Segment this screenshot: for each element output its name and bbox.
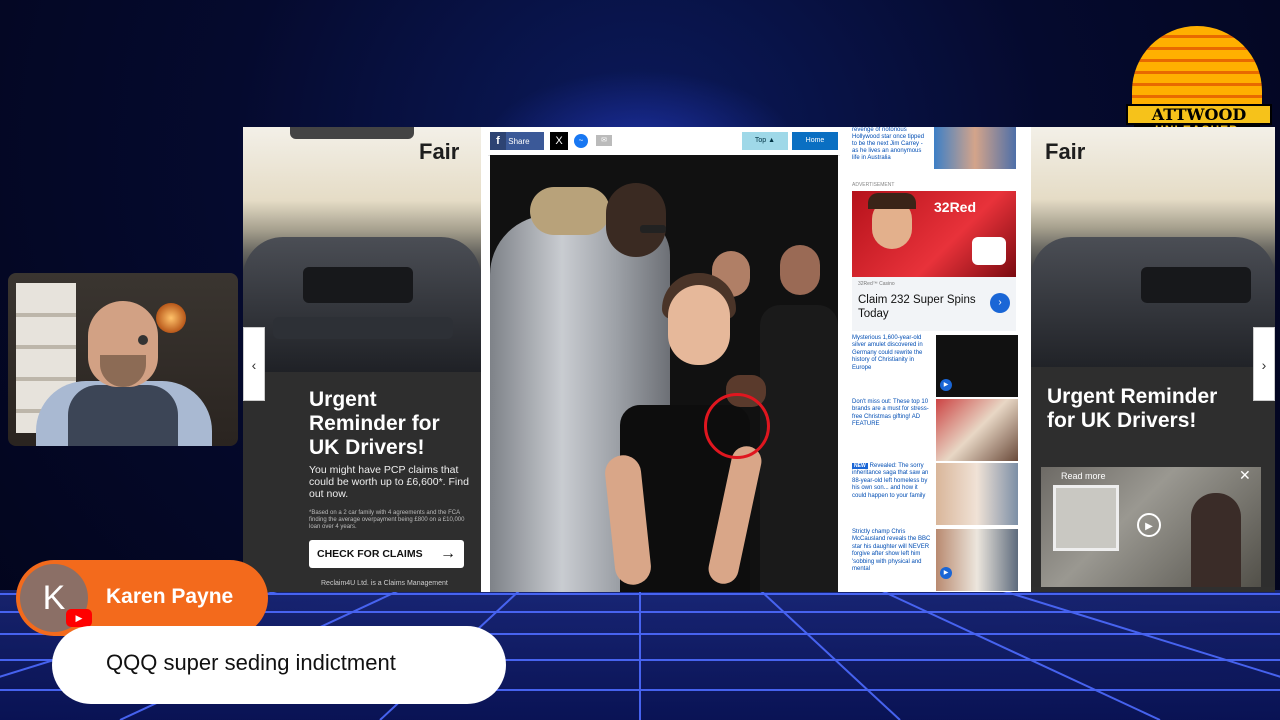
background-person-head (780, 245, 820, 295)
left-advertisement[interactable]: Fair Urgent Reminder for UK Drivers! You… (243, 127, 481, 592)
arrow-right-icon: → (440, 545, 456, 562)
video-player[interactable]: Read more ✕ ▶ (1041, 467, 1261, 587)
play-icon[interactable]: ▶ (1137, 513, 1161, 537)
logo-text-main: ATTWOOD (1126, 104, 1272, 125)
messenger-icon[interactable]: ~ (574, 134, 588, 148)
cta-label: CHECK FOR CLAIMS (317, 548, 423, 560)
background-person-body (760, 305, 838, 592)
rail-story-thumb (936, 399, 1018, 461)
new-badge: NEW (852, 463, 868, 469)
ad-headline: Urgent Reminder for UK Drivers! (1047, 385, 1218, 432)
host-vest (68, 385, 178, 446)
ad-brand-logo: Fair (1045, 139, 1086, 164)
car-dashboard (243, 237, 481, 372)
rail-story-text: Mysterious 1,600-year-old silver amulet … (852, 335, 923, 371)
rail-story-text: NEW Revealed: The sorry inheritance saga … (852, 463, 932, 500)
ad-body: You might have PCP claims that could be … (309, 464, 469, 500)
advertisement-label: ADVERTISEMENT (852, 182, 895, 188)
x-share-icon[interactable]: X (550, 132, 568, 150)
article-column: f Share X ~ ✉ Top ▲ Home (488, 127, 840, 592)
rail-story[interactable]: Mysterious 1,600-year-old silver amulet … (852, 335, 1018, 397)
casino-mascot-hat (868, 193, 916, 209)
ad-brand-logo: Fair (419, 139, 460, 164)
casino-source: 32Red™ Casino (858, 281, 895, 287)
top-button[interactable]: Top ▲ (742, 132, 788, 150)
headset-mic (138, 335, 148, 345)
fur-hood (530, 187, 610, 235)
host-webcam (8, 273, 238, 446)
glasses (640, 225, 666, 233)
close-icon[interactable]: ✕ (1239, 467, 1251, 484)
rail-top-story[interactable]: revenge of notorious Hollywood star once… (848, 127, 1018, 171)
rail-story-thumb (936, 463, 1018, 525)
casino-chip (972, 237, 1006, 265)
ad-fine-print: *Based on a 2 car family with 4 agreemen… (309, 510, 465, 530)
check-for-claims-button[interactable]: CHECK FOR CLAIMS → (309, 540, 464, 568)
carousel-prev-button[interactable]: ‹ (243, 327, 265, 401)
rail-story[interactable]: Strictly champ Chris McCausland reveals … (852, 529, 1018, 591)
read-more-link[interactable]: Read more (1061, 471, 1106, 481)
home-button[interactable]: Home (792, 132, 838, 150)
rail-story-text: Don't miss out: These top 10 brands are … (852, 399, 929, 428)
rail-top-story-text: revenge of notorious Hollywood star once… (852, 127, 925, 161)
video-person (1191, 493, 1241, 587)
commenter-name: Karen Payne (106, 585, 234, 608)
car-dashboard (1031, 237, 1275, 372)
woman-face (668, 285, 730, 365)
rail-story-text: Strictly champ Chris McCausland reveals … (852, 529, 931, 573)
rail-story[interactable]: Don't miss out: These top 10 brands are … (852, 399, 1018, 461)
facebook-icon: f (490, 132, 506, 150)
comment-text: QQQ super seding indictment (106, 650, 396, 675)
rearview-mirror (290, 127, 414, 139)
shared-browser-screen: Fair Urgent Reminder for UK Drivers! You… (243, 127, 1275, 592)
email-icon[interactable]: ✉ (596, 135, 612, 146)
article-photo[interactable] (490, 155, 838, 592)
share-bar: f Share X ~ ✉ Top ▲ Home (488, 127, 840, 156)
ad-footer: Reclaim4U Ltd. is a Claims Management (321, 580, 448, 587)
carousel-next-button[interactable]: › (1253, 327, 1275, 401)
casino-ad-info[interactable]: 32Red™ Casino Claim 232 Super Spins Toda… (852, 277, 1016, 331)
play-icon[interactable]: ▶ (940, 379, 952, 391)
top-label: Top (754, 137, 767, 144)
play-icon[interactable]: ▶ (940, 567, 952, 579)
rail-story-thumb (936, 529, 1018, 591)
red-highlight-circle (704, 393, 770, 459)
facebook-share-button[interactable]: f Share (490, 132, 544, 150)
home-label: Home (805, 137, 825, 144)
right-advertisement[interactable]: Fair Urgent Reminder for UK Drivers! Rea… (1031, 127, 1275, 592)
attwood-unleashed-logo: ATTWOOD UNLEASHED (1126, 26, 1272, 138)
rail-top-story-thumb (934, 127, 1016, 169)
lamp (156, 303, 186, 333)
casino-title: Claim 232 Super Spins Today (858, 294, 976, 320)
share-label: Share (508, 137, 530, 146)
casino-logo: 32Red (934, 199, 977, 215)
ad-headline: Urgent Reminder for UK Drivers! (309, 388, 440, 459)
man-head (606, 183, 666, 257)
car-vent (273, 317, 453, 339)
youtube-icon: ▶ (66, 609, 92, 627)
chevron-right-icon[interactable]: › (990, 293, 1010, 313)
right-rail: revenge of notorious Hollywood star once… (848, 127, 1018, 592)
car-display (1141, 267, 1251, 303)
ad-copy-block: Urgent Reminder for UK Drivers! You migh… (243, 372, 481, 592)
rail-story[interactable]: NEW Revealed: The sorry inheritance saga … (852, 463, 1018, 525)
casino-ad-image[interactable]: 32Red (852, 191, 1016, 277)
car-display (303, 267, 413, 303)
video-window (1053, 485, 1119, 551)
